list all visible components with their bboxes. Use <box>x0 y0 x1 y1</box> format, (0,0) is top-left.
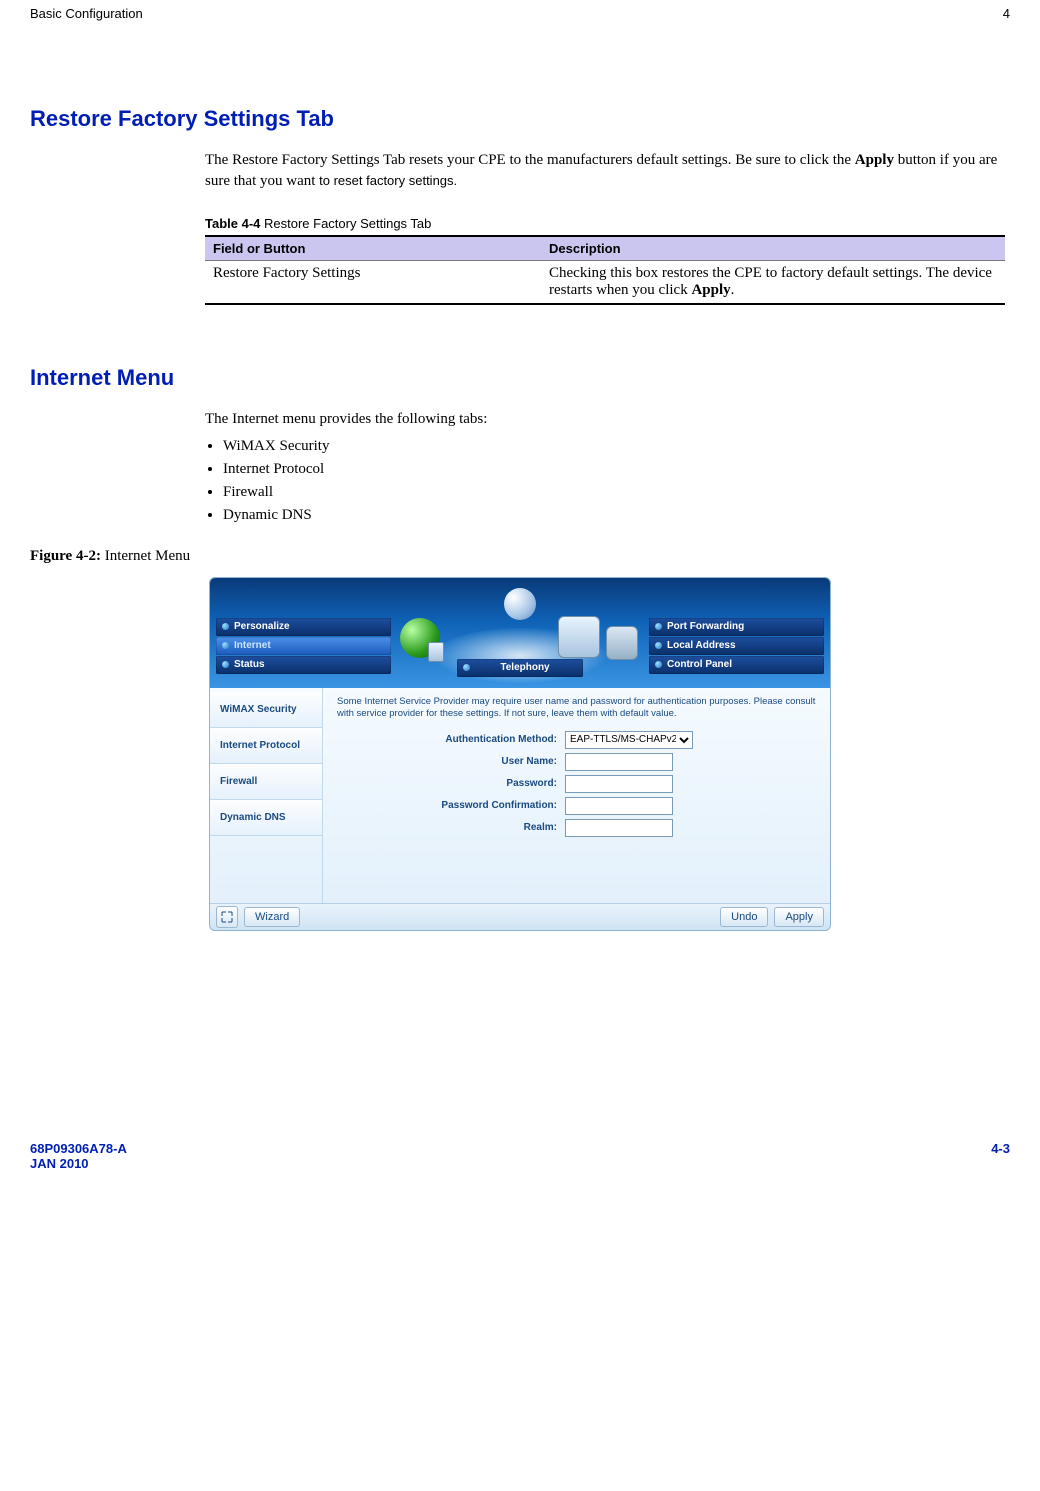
globe-icon <box>400 618 440 658</box>
restore-description: The Restore Factory Settings Tab resets … <box>205 150 1005 192</box>
bullet-icon <box>222 623 229 630</box>
restore-table: Field or Button Description Restore Fact… <box>205 235 1005 305</box>
table-row: Restore Factory Settings Checking this b… <box>205 261 1005 305</box>
row-realm: Realm: <box>337 819 816 837</box>
screenshot-footer: Wizard Undo Apply <box>210 903 830 930</box>
heading-restore-factory: Restore Factory Settings Tab <box>30 106 1010 132</box>
running-header: Basic Configuration 4 <box>30 0 1010 31</box>
footer-right: 4-3 <box>991 1141 1010 1171</box>
list-item: Firewall <box>223 482 1005 503</box>
list-item: WiMAX Security <box>223 436 1005 457</box>
screenshot-main: Some Internet Service Provider may requi… <box>323 688 830 903</box>
row-password: Password: <box>337 775 816 793</box>
realm-input[interactable] <box>565 819 673 837</box>
nav-personalize[interactable]: Personalize <box>216 618 391 636</box>
password-confirm-input[interactable] <box>565 797 673 815</box>
password-input[interactable] <box>565 775 673 793</box>
side-tab-dynamic-dns[interactable]: Dynamic DNS <box>210 800 322 836</box>
header-left: Basic Configuration <box>30 6 143 21</box>
screenshot-sidebar: WiMAX Security Internet Protocol Firewal… <box>210 688 323 903</box>
heading-internet-menu: Internet Menu <box>30 365 1010 391</box>
side-tab-firewall[interactable]: Firewall <box>210 764 322 800</box>
nav-internet[interactable]: Internet <box>216 637 391 655</box>
side-tab-wimax-security[interactable]: WiMAX Security <box>210 692 322 728</box>
screenshot-header: Personalize Internet Status Port Forward… <box>210 578 830 688</box>
nav-telephony[interactable]: Telephony <box>457 659 583 677</box>
cell-desc: Checking this box restores the CPE to fa… <box>541 261 1005 305</box>
nav-left-group: Personalize Internet Status <box>216 618 391 675</box>
label-username: User Name: <box>337 756 565 767</box>
footer-left: 68P09306A78-A JAN 2010 <box>30 1141 127 1171</box>
nav-local-address[interactable]: Local Address <box>649 637 824 655</box>
username-input[interactable] <box>565 753 673 771</box>
row-password-confirm: Password Confirmation: <box>337 797 816 815</box>
bullet-icon <box>655 642 662 649</box>
server-icon <box>606 626 638 660</box>
label-password-confirm: Password Confirmation: <box>337 800 565 811</box>
list-item: Internet Protocol <box>223 459 1005 480</box>
motorola-logo-icon <box>504 588 536 620</box>
doc-date: JAN 2010 <box>30 1156 89 1171</box>
table-header-desc: Description <box>541 236 1005 261</box>
internet-menu-intro: The Internet menu provides the following… <box>205 409 1005 430</box>
cell-field: Restore Factory Settings <box>205 261 541 305</box>
header-right: 4 <box>1003 6 1010 21</box>
screenshot-body: WiMAX Security Internet Protocol Firewal… <box>210 688 830 903</box>
bullet-icon <box>222 642 229 649</box>
bullet-icon <box>655 623 662 630</box>
row-auth-method: Authentication Method: EAP-TTLS/MS-CHAPv… <box>337 731 816 749</box>
nav-right-group: Port Forwarding Local Address Control Pa… <box>649 618 824 675</box>
page-number: 4-3 <box>991 1141 1010 1156</box>
computer-icon <box>558 616 600 658</box>
auth-method-select[interactable]: EAP-TTLS/MS-CHAPv2 <box>565 731 693 749</box>
row-username: User Name: <box>337 753 816 771</box>
doc-number: 68P09306A78-A <box>30 1141 127 1156</box>
table-caption: Table 4-4 Restore Factory Settings Tab <box>205 216 1005 231</box>
list-item: Dynamic DNS <box>223 505 1005 526</box>
bullet-icon <box>222 661 229 668</box>
side-tab-internet-protocol[interactable]: Internet Protocol <box>210 728 322 764</box>
nav-control-panel[interactable]: Control Panel <box>649 656 824 674</box>
internet-menu-list: WiMAX Security Internet Protocol Firewal… <box>205 436 1005 526</box>
expand-icon[interactable] <box>216 906 238 928</box>
undo-button[interactable]: Undo <box>720 907 768 927</box>
table-header-field: Field or Button <box>205 236 541 261</box>
bullet-icon <box>655 661 662 668</box>
nav-port-forwarding[interactable]: Port Forwarding <box>649 618 824 636</box>
hint-text: Some Internet Service Provider may requi… <box>337 696 816 721</box>
figure-internet-menu: Personalize Internet Status Port Forward… <box>209 577 831 931</box>
bullet-icon <box>463 664 470 671</box>
wizard-button[interactable]: Wizard <box>244 907 300 927</box>
page-footer: 68P09306A78-A JAN 2010 4-3 <box>30 1141 1010 1179</box>
apply-button[interactable]: Apply <box>774 907 824 927</box>
nav-status[interactable]: Status <box>216 656 391 674</box>
label-auth: Authentication Method: <box>337 734 565 745</box>
figure-caption: Figure 4-2: Internet Menu <box>30 548 1010 565</box>
label-password: Password: <box>337 778 565 789</box>
label-realm: Realm: <box>337 822 565 833</box>
